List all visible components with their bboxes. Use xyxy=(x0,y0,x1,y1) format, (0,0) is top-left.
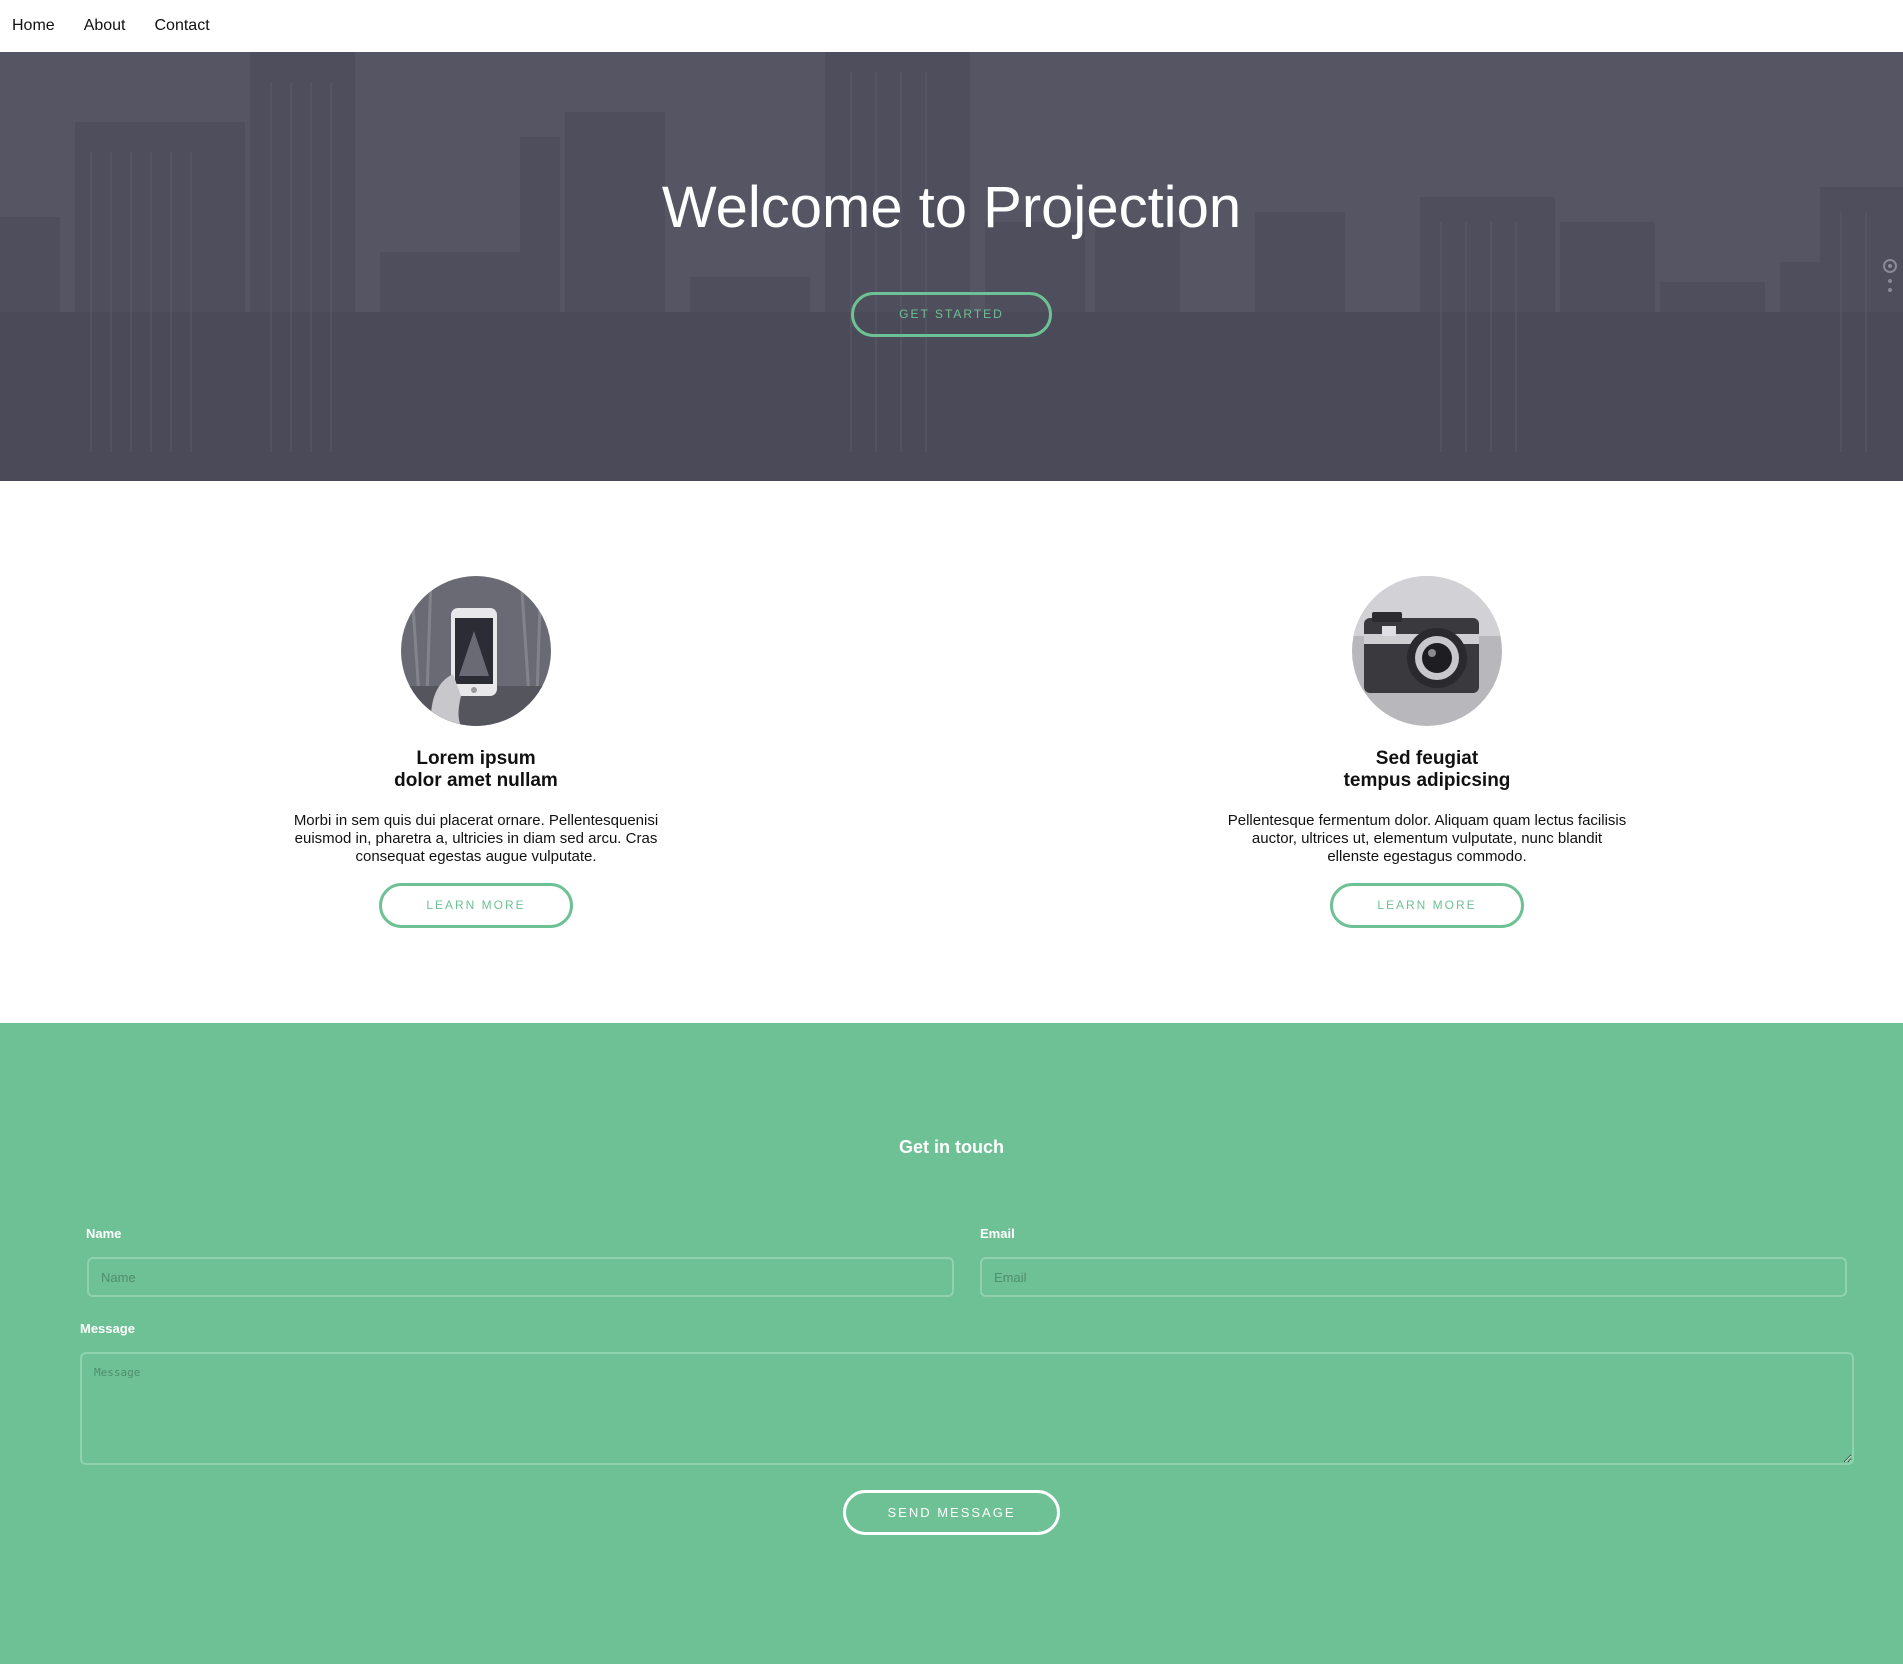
feature-title-line1: Sed feugiat xyxy=(1375,748,1479,769)
city-skyline-background xyxy=(0,52,1903,481)
camera-photo-icon xyxy=(1352,576,1502,726)
feature-title-line2: tempus adipicsing xyxy=(1343,770,1511,791)
contact-heading: Get in touch xyxy=(899,1137,1004,1157)
feature-text: Pellentesque fermentum dolor. Aliquam qu… xyxy=(1227,812,1627,865)
feature-text: Morbi in sem quis dui placerat ornare. P… xyxy=(293,812,659,865)
email-input[interactable] xyxy=(980,1257,1847,1297)
name-label: Name xyxy=(86,1226,122,1241)
message-label: Message xyxy=(80,1321,135,1336)
feature-card: Lorem ipsum dolor amet nullam Morbi in s… xyxy=(266,576,686,928)
slider-control-icon[interactable] xyxy=(1883,257,1897,297)
contact-section: Get in touch xyxy=(0,1023,1903,1664)
nav-home-link[interactable]: Home xyxy=(12,17,55,35)
learn-more-button[interactable]: LEARN MORE xyxy=(1330,883,1524,928)
hero-banner: Welcome to Projection GET STARTED xyxy=(0,52,1903,481)
feature-card: Sed feugiat tempus adipicsing Pellentesq… xyxy=(1217,576,1637,928)
top-nav: Home About Contact xyxy=(0,0,1903,52)
feature-title: Lorem ipsum dolor amet nullam xyxy=(266,748,686,792)
feature-title-line1: Lorem ipsum xyxy=(416,748,536,769)
message-textarea[interactable] xyxy=(80,1352,1854,1465)
nav-about-link[interactable]: About xyxy=(84,17,126,35)
send-message-button[interactable]: SEND MESSAGE xyxy=(843,1490,1060,1535)
nav-contact-link[interactable]: Contact xyxy=(155,17,210,35)
feature-title-line2: dolor amet nullam xyxy=(394,770,558,791)
get-started-button[interactable]: GET STARTED xyxy=(851,292,1052,337)
name-input[interactable] xyxy=(87,1257,954,1297)
email-label: Email xyxy=(980,1226,1015,1241)
hero-title: Welcome to Projection xyxy=(661,175,1242,240)
feature-title: Sed feugiat tempus adipicsing xyxy=(1217,748,1637,792)
learn-more-button[interactable]: LEARN MORE xyxy=(379,883,573,928)
phone-photo-icon xyxy=(401,576,551,726)
